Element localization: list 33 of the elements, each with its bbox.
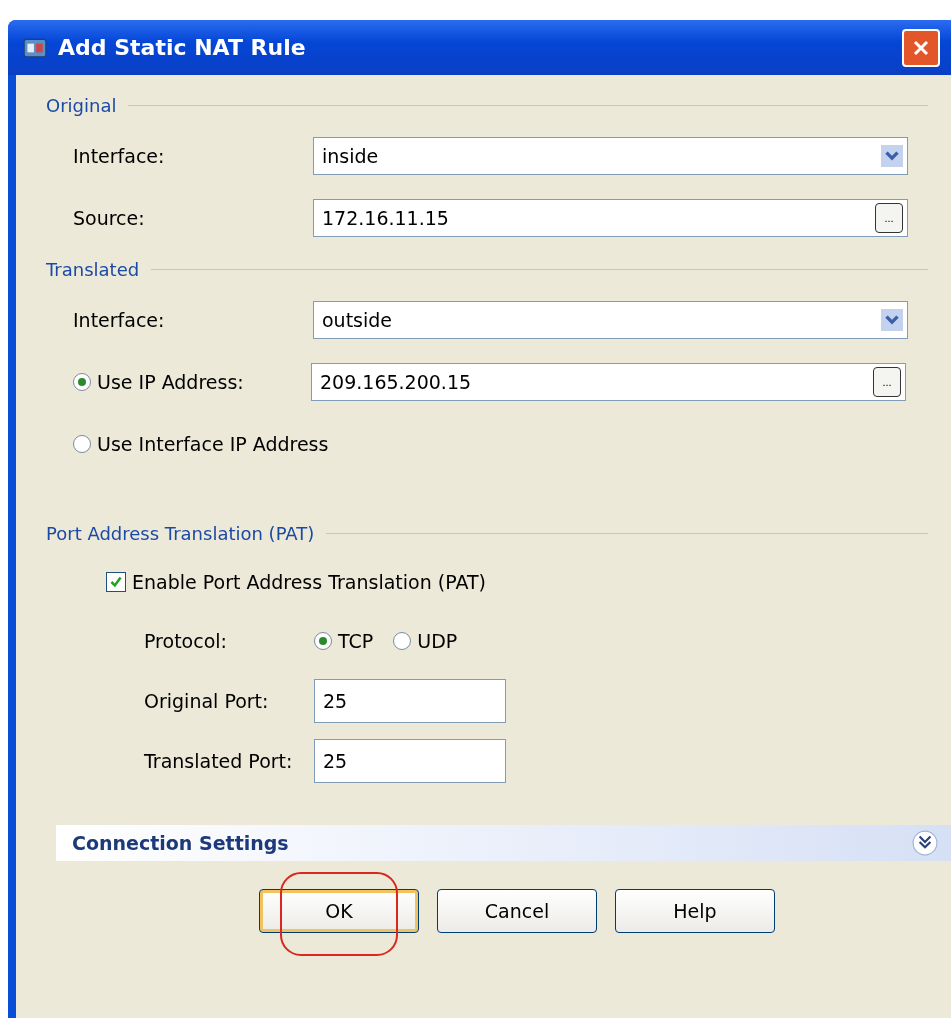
radio-option[interactable]: Use IP Address:	[73, 371, 311, 393]
group-label: Port Address Translation (PAT)	[46, 522, 315, 544]
group-label: Translated	[46, 258, 140, 280]
ip-address-field[interactable]: 209.165.200.15 ...	[311, 363, 906, 401]
connection-settings-bar[interactable]: Connection Settings	[56, 825, 951, 861]
window-title: Add Static NAT Rule	[58, 35, 306, 60]
dialog-button[interactable]: OK	[259, 889, 419, 933]
radio-button[interactable]	[73, 435, 91, 453]
dialog-button[interactable]: Help	[615, 889, 775, 933]
browse-button[interactable]: ...	[873, 367, 901, 397]
group-label: Original	[46, 94, 117, 116]
source-field[interactable]: 172.16.11.15 ...	[313, 199, 908, 237]
close-button[interactable]	[902, 28, 940, 67]
radio-option[interactable]: Use Interface IP Address	[73, 433, 329, 455]
radio-button[interactable]	[314, 632, 332, 650]
field-label: Protocol:	[144, 630, 228, 652]
field-label: Source:	[73, 207, 146, 229]
port-field[interactable]: 25	[314, 679, 506, 723]
interface-dropdown[interactable]: outside	[313, 301, 908, 339]
radio-option[interactable]: TCP	[314, 630, 374, 652]
checkbox-option[interactable]: Enable Port Address Translation (PAT)	[106, 571, 486, 593]
radio-button[interactable]	[393, 632, 412, 650]
checkbox[interactable]	[106, 572, 126, 592]
field-label: Original Port:	[144, 690, 270, 712]
radio-option[interactable]: UDP	[393, 630, 458, 652]
browse-button[interactable]: ...	[875, 203, 903, 233]
dialog-button[interactable]: Cancel	[437, 889, 597, 933]
field-label: Interface:	[73, 145, 166, 167]
interface-dropdown[interactable]: inside	[313, 137, 908, 175]
field-label: Interface:	[73, 309, 166, 331]
radio-button[interactable]	[73, 373, 91, 391]
port-field[interactable]: 25	[314, 739, 506, 783]
field-label: Translated Port:	[144, 750, 294, 772]
